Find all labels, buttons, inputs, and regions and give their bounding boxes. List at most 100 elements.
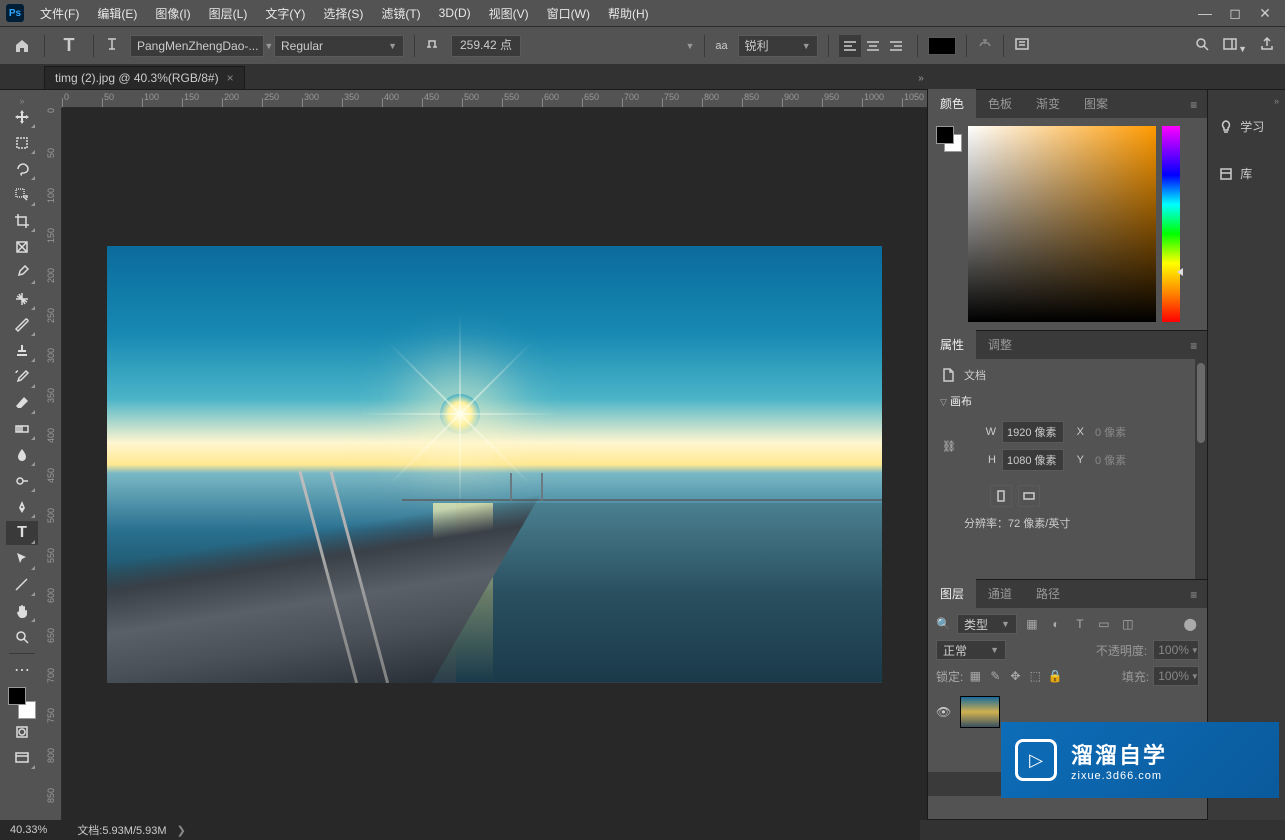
zoom-level[interactable]: 40.33% [10, 824, 47, 836]
tab-layers[interactable]: 图层 [928, 579, 976, 608]
panel-menu-button[interactable]: ≡ [1180, 333, 1207, 359]
tab-color[interactable]: 颜色 [928, 89, 976, 118]
learn-panel-tab[interactable]: 学习 [1208, 110, 1285, 143]
edit-toolbar-button[interactable]: ⋯ [6, 658, 38, 682]
canvas-area[interactable]: 0501001502002503003504004505005506006507… [44, 90, 927, 820]
height-input[interactable]: 1080 像素 [1002, 449, 1064, 471]
filter-type-select[interactable]: 类型▼ [957, 614, 1017, 634]
lock-pixels-icon[interactable]: ✎ [987, 668, 1003, 684]
hand-tool[interactable] [6, 599, 38, 623]
tab-adjustments[interactable]: 调整 [976, 330, 1024, 359]
ruler-horizontal[interactable]: 0501001502002503003504004505005506006507… [62, 90, 927, 108]
stamp-tool[interactable] [6, 339, 38, 363]
lock-artboard-icon[interactable]: ⬚ [1027, 668, 1043, 684]
filter-shape-icon[interactable]: ▭ [1095, 615, 1113, 633]
visibility-icon[interactable]: 👁 [936, 705, 952, 719]
opacity-input[interactable]: 100%▼ [1153, 640, 1199, 660]
foreground-color[interactable] [8, 687, 26, 705]
quick-mask-button[interactable] [6, 720, 38, 744]
search-button[interactable] [1194, 36, 1210, 55]
expand-panels-button[interactable]: » [914, 68, 928, 88]
character-panel-button[interactable] [1014, 36, 1030, 55]
document-canvas[interactable] [107, 246, 882, 683]
filter-smart-icon[interactable]: ◫ [1119, 615, 1137, 633]
shape-tool[interactable] [6, 573, 38, 597]
tab-properties[interactable]: 属性 [928, 330, 976, 359]
maximize-button[interactable]: ◻ [1221, 3, 1249, 23]
tab-gradients[interactable]: 渐变 [1024, 89, 1072, 118]
lock-all-icon[interactable]: 🔒 [1047, 668, 1063, 684]
screen-mode-button[interactable] [6, 746, 38, 770]
menu-view[interactable]: 视图(V) [481, 2, 537, 25]
dodge-tool[interactable] [6, 469, 38, 493]
landscape-button[interactable] [1018, 485, 1040, 507]
heal-tool[interactable] [6, 287, 38, 311]
menu-help[interactable]: 帮助(H) [600, 2, 657, 25]
panel-menu-button[interactable]: ≡ [1180, 582, 1207, 608]
type-tool[interactable]: T [6, 521, 38, 545]
align-right-button[interactable] [885, 35, 907, 57]
foreground-background-colors[interactable] [6, 687, 38, 719]
menu-select[interactable]: 选择(S) [315, 2, 371, 25]
menu-window[interactable]: 窗口(W) [539, 2, 598, 25]
menu-layer[interactable]: 图层(L) [201, 2, 256, 25]
font-style-select[interactable]: Regular ▼ [274, 35, 404, 57]
text-color-swatch[interactable] [928, 37, 956, 55]
libraries-panel-tab[interactable]: 库 [1208, 157, 1285, 190]
tab-patterns[interactable]: 图案 [1072, 89, 1120, 118]
lasso-tool[interactable] [6, 157, 38, 181]
blur-tool[interactable] [6, 443, 38, 467]
home-button[interactable] [10, 34, 34, 58]
lock-transparency-icon[interactable]: ▦ [967, 668, 983, 684]
canvas-viewport[interactable] [62, 108, 927, 820]
antialias-select[interactable]: 锐利 ▼ [738, 35, 818, 57]
scrollbar[interactable] [1195, 359, 1207, 579]
scrollbar-thumb[interactable] [1197, 363, 1205, 443]
align-left-button[interactable] [839, 35, 861, 57]
expand-tools-button[interactable]: » [19, 96, 24, 104]
eraser-tool[interactable] [6, 391, 38, 415]
filter-toggle[interactable]: ⬤ [1181, 615, 1199, 633]
tab-paths[interactable]: 路径 [1024, 579, 1072, 608]
fg-color-swatch[interactable] [936, 126, 954, 144]
crop-tool[interactable] [6, 209, 38, 233]
panel-menu-button[interactable]: ≡ [1180, 92, 1207, 118]
color-field[interactable] [968, 126, 1156, 322]
path-select-tool[interactable] [6, 547, 38, 571]
eyedropper-tool[interactable] [6, 261, 38, 285]
move-tool[interactable] [6, 105, 38, 129]
brush-tool[interactable] [6, 313, 38, 337]
hue-slider[interactable] [1162, 126, 1180, 322]
collapse-button[interactable]: » [1208, 96, 1285, 110]
menu-edit[interactable]: 编辑(E) [89, 2, 145, 25]
share-button[interactable] [1259, 36, 1275, 55]
quick-select-tool[interactable] [6, 183, 38, 207]
close-button[interactable]: ✕ [1251, 3, 1279, 23]
portrait-button[interactable] [990, 485, 1012, 507]
align-center-button[interactable] [862, 35, 884, 57]
color-fg-bg[interactable] [936, 126, 962, 152]
text-orientation-button[interactable] [104, 36, 120, 55]
menu-3d[interactable]: 3D(D) [431, 3, 479, 23]
frame-tool[interactable] [6, 235, 38, 259]
menu-file[interactable]: 文件(F) [32, 2, 87, 25]
menu-type[interactable]: 文字(Y) [257, 2, 313, 25]
width-input[interactable]: 1920 像素 [1002, 421, 1064, 443]
menu-filter[interactable]: 滤镜(T) [373, 2, 428, 25]
ruler-vertical[interactable]: 0501001502002503003504004505005506006507… [44, 108, 62, 820]
chevron-down-icon[interactable]: ▼ [685, 41, 694, 51]
fill-input[interactable]: 100%▼ [1153, 666, 1199, 686]
tab-channels[interactable]: 通道 [976, 579, 1024, 608]
chevron-right-icon[interactable]: ❯ [177, 825, 186, 837]
pen-tool[interactable] [6, 495, 38, 519]
search-icon[interactable]: 🔍 [936, 617, 951, 631]
history-brush-tool[interactable] [6, 365, 38, 389]
blend-mode-select[interactable]: 正常▼ [936, 640, 1006, 660]
menu-image[interactable]: 图像(I) [147, 2, 198, 25]
warp-text-button[interactable] [977, 36, 993, 55]
font-family-select[interactable]: PangMenZhengDao-... ▼ [130, 35, 264, 57]
gradient-tool[interactable] [6, 417, 38, 441]
document-tab[interactable]: timg (2).jpg @ 40.3%(RGB/8#) × [44, 66, 245, 89]
filter-type-icon[interactable]: T [1071, 615, 1089, 633]
filter-pixel-icon[interactable]: ▦ [1023, 615, 1041, 633]
